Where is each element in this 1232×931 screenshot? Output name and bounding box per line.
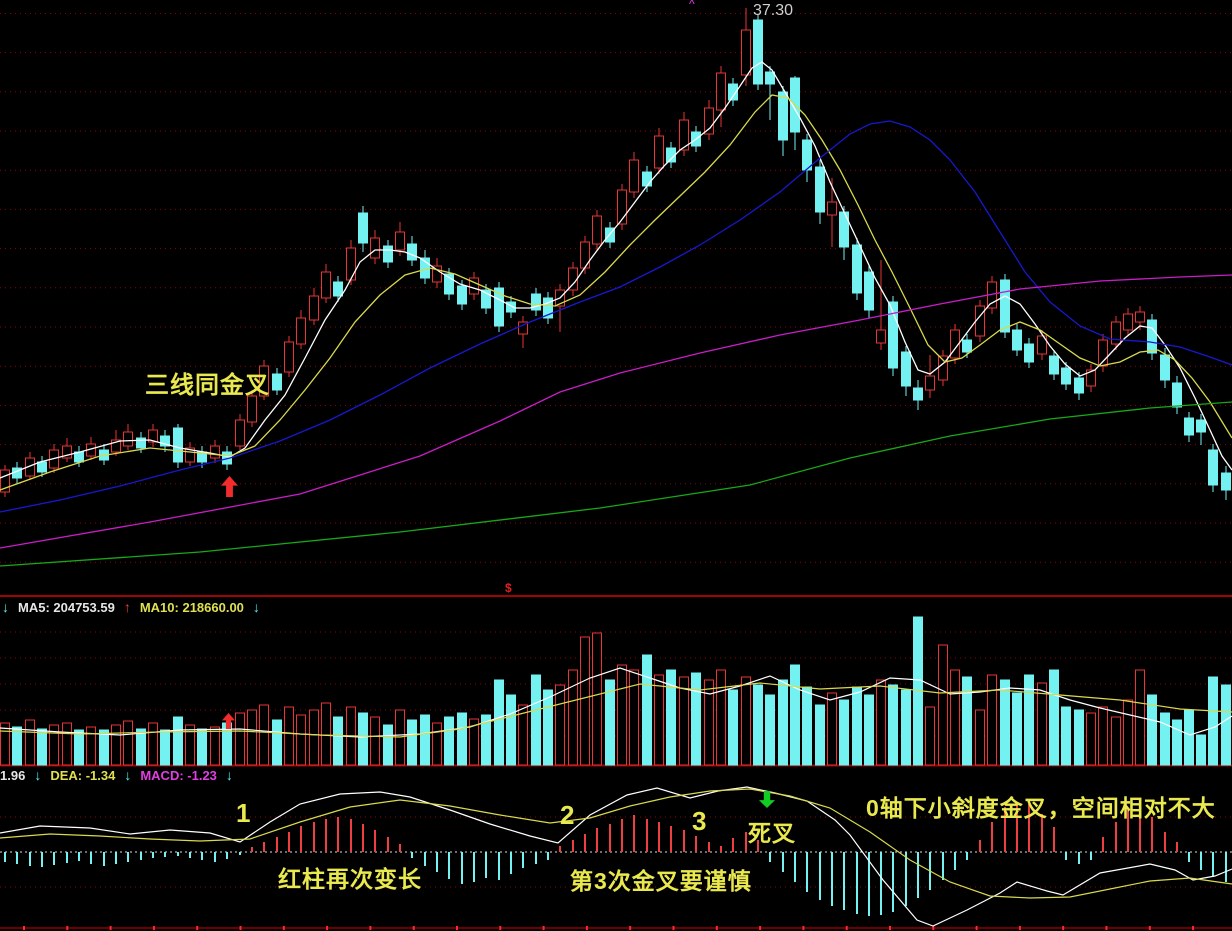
golden-cross-number-1: 1 bbox=[236, 798, 250, 829]
macd-indicator-header: 1.96 ↓ DEA: -1.34 ↓ MACD: -1.23 ↓ bbox=[0, 767, 233, 783]
ma5-up-arrow-icon: ↑ bbox=[124, 599, 131, 615]
ma10-down-arrow-icon: ↓ bbox=[253, 599, 260, 615]
panel-dividers bbox=[0, 596, 1232, 766]
stock-chart-screen: ^ 37.30 三线同金叉 $ ↓ MA5: 204753.59 ↑ MA10:… bbox=[0, 0, 1232, 931]
volume-ma5-value: MA5: 204753.59 bbox=[18, 600, 115, 615]
gridlines bbox=[0, 13, 1232, 887]
time-axis bbox=[0, 926, 1232, 930]
dif-value: 1.96 bbox=[0, 768, 25, 783]
volume-ma-lines bbox=[0, 668, 1232, 737]
volume-indicator-header: ↓ MA5: 204753.59 ↑ MA10: 218660.00 ↓ bbox=[2, 599, 260, 615]
zero-axis-note: 0轴下小斜度金叉，空间相对不大 bbox=[866, 789, 1216, 823]
third-golden-cross-note: 第3次金叉要谨慎 bbox=[570, 862, 752, 896]
dollar-marker: $ bbox=[505, 581, 512, 595]
dif-down-arrow-icon: ↓ bbox=[34, 767, 41, 783]
peak-marker: ^ bbox=[689, 0, 695, 11]
volume-bars bbox=[1, 617, 1231, 765]
death-cross-label: 死叉 bbox=[748, 814, 796, 848]
macd-value: MACD: -1.23 bbox=[140, 768, 217, 783]
red-bars-longer-note: 红柱再次变长 bbox=[278, 860, 422, 894]
three-line-golden-cross-annotation: 三线同金叉 bbox=[145, 365, 270, 400]
ma5-down-arrow-icon: ↓ bbox=[2, 599, 9, 615]
golden-cross-number-3: 3 bbox=[692, 806, 706, 837]
moving-average-lines bbox=[0, 62, 1232, 566]
macd-down-arrow-icon: ↓ bbox=[226, 767, 233, 783]
peak-price-label: 37.30 bbox=[753, 2, 793, 20]
dea-value: DEA: -1.34 bbox=[50, 768, 115, 783]
volume-ma10-value: MA10: 218660.00 bbox=[140, 600, 244, 615]
dea-down-arrow-icon: ↓ bbox=[124, 767, 131, 783]
golden-cross-number-2: 2 bbox=[560, 800, 574, 831]
candlesticks bbox=[1, 8, 1231, 500]
